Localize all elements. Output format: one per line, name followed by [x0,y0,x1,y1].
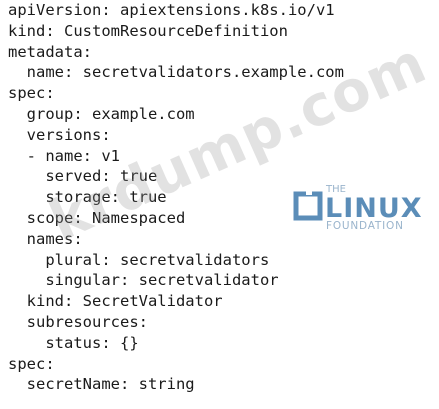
linux-foundation-logo: THE LINUX FOUNDATION [293,184,422,232]
code-line: kind: CustomResourceDefinition [8,21,288,40]
code-line: subresources: [8,312,148,331]
logo-square-icon [293,191,323,221]
code-line: versions: [8,125,111,144]
code-line: - name: v1 [8,146,120,165]
code-line: metadata: [8,42,92,61]
code-line: singular: secretvalidator [8,271,279,290]
code-line: status: {} [8,333,139,352]
code-line: secretName: string [8,375,195,394]
code-line: spec: [8,84,55,103]
code-line: spec: [8,354,55,373]
logo-foundation-text: FOUNDATION [326,220,404,232]
code-line: kind: SecretValidator [8,292,223,311]
code-line: name: secretvalidators.example.com [8,63,344,82]
code-line: plural: secretvalidators [8,250,270,269]
code-line: group: example.com [8,104,195,123]
code-line: apiVersion: apiextensions.k8s.io/v1 [8,1,335,19]
